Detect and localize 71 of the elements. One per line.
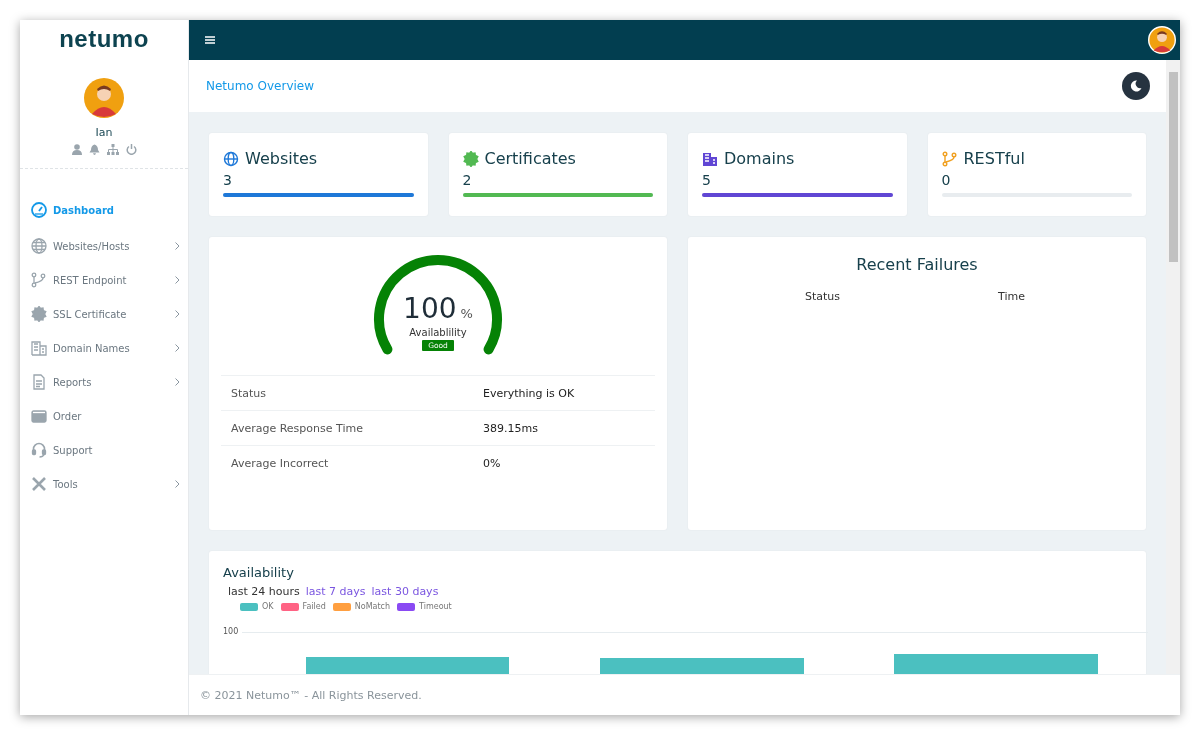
sitemap-icon[interactable] bbox=[106, 144, 119, 155]
chevron-icon bbox=[175, 242, 180, 250]
breadcrumb-link[interactable]: Netumo Overview bbox=[206, 79, 314, 93]
stat-title: Certificates bbox=[484, 149, 576, 168]
gauge-label: Availablility bbox=[409, 327, 467, 338]
logo[interactable]: netumo bbox=[20, 20, 188, 60]
gauge-unit: % bbox=[460, 307, 473, 320]
headset-icon bbox=[31, 442, 47, 458]
card-title: Availability bbox=[223, 565, 295, 580]
document-icon bbox=[31, 374, 47, 390]
card-title: Recent Failures bbox=[855, 255, 979, 274]
stat-title: RESTful bbox=[963, 149, 1025, 168]
nav-item[interactable]: Websites/Hosts bbox=[20, 229, 188, 263]
globe-icon bbox=[31, 238, 47, 254]
range-link[interactable]: last 24 hours bbox=[228, 585, 300, 598]
gauge-value: 100 bbox=[403, 295, 457, 323]
branch-icon bbox=[31, 272, 47, 288]
legend-swatch[interactable] bbox=[397, 602, 416, 611]
legend-label[interactable]: Timeout bbox=[419, 602, 452, 611]
stat-title: Domains bbox=[724, 149, 795, 168]
table-cell-text: Everything is OK bbox=[483, 386, 576, 400]
column-header: Time bbox=[997, 290, 1026, 303]
dashboard-icon bbox=[31, 202, 47, 218]
chevron-icon bbox=[175, 276, 180, 284]
nav-item[interactable]: Support bbox=[20, 433, 188, 467]
range-link[interactable]: last 7 days bbox=[305, 585, 366, 598]
stat-count: 5 bbox=[702, 172, 712, 188]
avatar[interactable] bbox=[1148, 26, 1176, 54]
stat-count: 3 bbox=[223, 172, 233, 188]
table-cell-text: 389.15ms bbox=[483, 421, 539, 435]
scrollbar[interactable] bbox=[1166, 60, 1180, 674]
footer-text: © 2021 Netumo™ - All Rights Reserved. bbox=[189, 674, 1180, 715]
wallet-icon bbox=[31, 408, 47, 424]
axis-label: 100 bbox=[223, 627, 239, 636]
tools-icon bbox=[31, 476, 47, 492]
user-icon[interactable] bbox=[71, 144, 82, 155]
dark-mode-toggle[interactable] bbox=[1122, 72, 1150, 100]
power-icon[interactable] bbox=[125, 144, 137, 155]
range-link[interactable]: last 30 days bbox=[371, 585, 439, 598]
nav-item[interactable]: Domain Names bbox=[20, 331, 188, 365]
user-name: Ian bbox=[95, 126, 113, 139]
building-icon bbox=[31, 340, 47, 356]
table-cell-text: 0% bbox=[483, 456, 502, 470]
table-cell-text: Average Incorrect bbox=[231, 456, 330, 470]
table-cell-text: Status bbox=[231, 386, 268, 400]
legend-swatch[interactable] bbox=[280, 602, 299, 611]
chevron-icon bbox=[175, 378, 180, 386]
legend-swatch[interactable] bbox=[240, 602, 258, 611]
menu-icon[interactable] bbox=[205, 36, 215, 44]
legend-label[interactable]: Failed bbox=[302, 602, 326, 611]
legend-swatch[interactable] bbox=[332, 602, 351, 611]
legend-label[interactable]: NoMatch bbox=[354, 602, 391, 611]
badge-icon bbox=[31, 306, 47, 322]
chevron-icon bbox=[175, 310, 180, 318]
stat-count: 2 bbox=[462, 172, 473, 188]
table-cell-text: Average Response Time bbox=[231, 421, 364, 435]
nav-item[interactable]: Tools bbox=[20, 467, 188, 501]
nav-item[interactable]: SSL Certificate bbox=[20, 297, 188, 331]
stat-count: 0 bbox=[941, 172, 952, 188]
nav-item[interactable]: Dashboard bbox=[20, 191, 188, 229]
column-header: Status bbox=[803, 290, 842, 303]
chevron-icon bbox=[175, 344, 180, 352]
nav-item[interactable]: Reports bbox=[20, 365, 188, 399]
nav-item[interactable]: REST Endpoint bbox=[20, 263, 188, 297]
moon-icon bbox=[1130, 80, 1142, 92]
avatar bbox=[84, 78, 124, 118]
chevron-icon bbox=[175, 480, 180, 488]
bell-icon[interactable] bbox=[88, 144, 100, 155]
legend-label[interactable]: OK bbox=[262, 602, 274, 611]
nav-item[interactable]: Order bbox=[20, 399, 188, 433]
stat-title: Websites bbox=[245, 149, 318, 168]
